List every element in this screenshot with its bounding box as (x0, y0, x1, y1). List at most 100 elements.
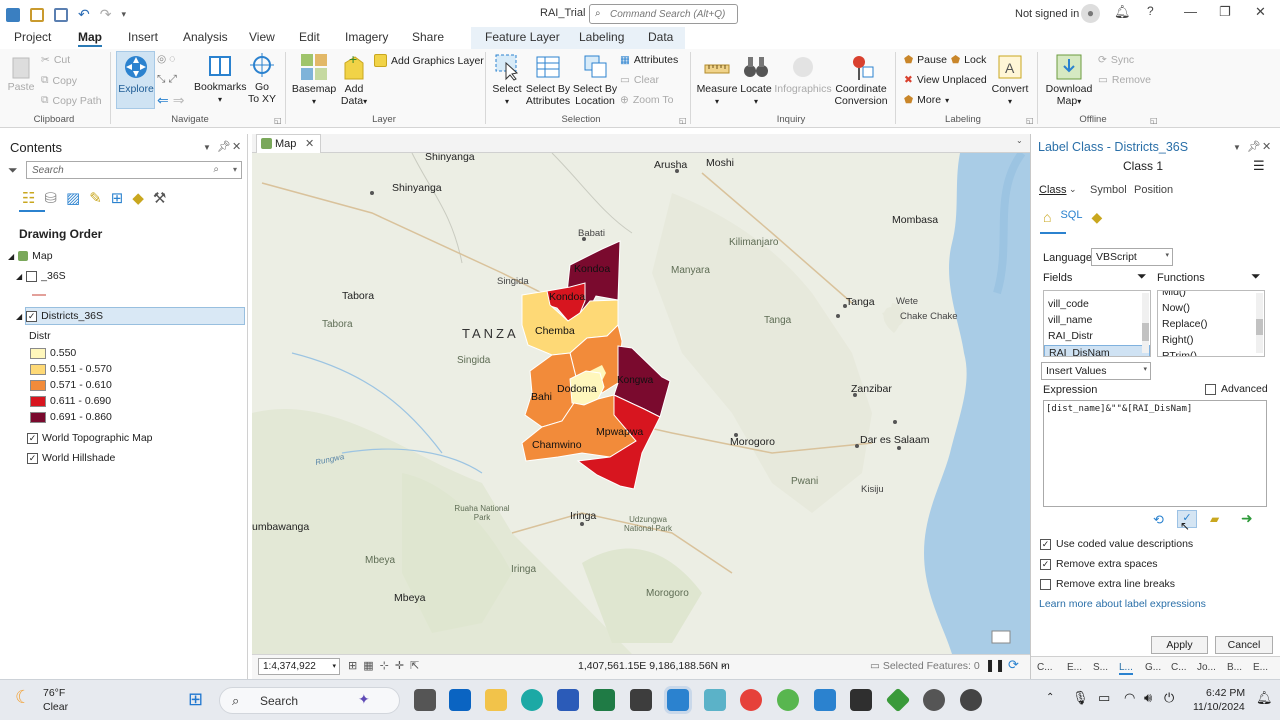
select-button[interactable]: Select ▾ (490, 53, 524, 108)
coordinate-units-dropdown-icon[interactable]: ⌄ (720, 660, 727, 669)
coded-values-option[interactable]: ✓ Use coded value descriptions (1040, 538, 1193, 550)
field-item[interactable]: vill_name (1044, 313, 1150, 329)
select-by-attributes-button[interactable]: Select By Attributes (525, 53, 571, 107)
map-view-tab[interactable]: Map ✕ (256, 134, 321, 153)
hillshade-layer[interactable]: ✓ World Hillshade (27, 452, 115, 464)
pane-tab[interactable]: G... (1145, 662, 1161, 673)
weather-moon-icon[interactable]: ☾ (15, 687, 31, 708)
command-search-input[interactable]: ⌕ Command Search (Alt+Q) (589, 4, 738, 24)
infographics-button[interactable]: Infographics (773, 53, 833, 95)
download-map-button[interactable]: Download Map▾ (1042, 53, 1096, 108)
close-pane-icon[interactable]: ✕ (1262, 140, 1271, 153)
search-app-icon[interactable] (704, 689, 726, 711)
add-data-button[interactable]: + Add Data▾ (338, 53, 370, 108)
map-canvas[interactable]: Shinyanga Shinyanga Arusha Moshi Kiliman… (252, 153, 1030, 654)
sign-in-status[interactable]: Not signed in (1015, 8, 1079, 20)
scrollbar[interactable] (1142, 293, 1149, 353)
word-icon[interactable] (557, 689, 579, 711)
pane-tab[interactable]: E... (1067, 662, 1082, 673)
expand-icon[interactable]: ◢ (16, 312, 22, 321)
pause-drawing-icon[interactable]: ❚❚ (985, 658, 1005, 672)
expand-icon[interactable]: ◢ (8, 252, 14, 261)
previous-next-extent-icon[interactable]: ⇐ ⇒ (157, 92, 184, 109)
field-item[interactable]: RAI_Distr (1044, 329, 1150, 345)
layer-36s[interactable]: ◢ _36S (16, 270, 66, 282)
taskbar-search[interactable]: ⌕ Search ✦ (219, 687, 400, 714)
pane-tab[interactable]: C... (1037, 662, 1053, 673)
attributes-button[interactable]: ▦ Attributes (620, 54, 678, 66)
microphone-icon[interactable]: 🎙︎ (1072, 690, 1089, 706)
edge-icon[interactable] (521, 689, 543, 711)
locate-button[interactable]: Locate ▾ (738, 53, 774, 108)
scrollbar[interactable] (1256, 293, 1263, 353)
basemap-layer[interactable]: ✓ World Topographic Map (27, 432, 153, 444)
cut-button[interactable]: ✂ Cut (41, 54, 70, 66)
selection-launcher-icon[interactable]: ◱ (679, 116, 687, 125)
close-tab-icon[interactable]: ✕ (305, 137, 314, 150)
sync-button[interactable]: ⟳ Sync (1098, 54, 1134, 66)
pin-icon[interactable]: 📌︎ (217, 140, 231, 153)
settings-icon[interactable] (923, 689, 945, 711)
filter-icon[interactable]: ⏷ (8, 163, 18, 178)
file-explorer-icon[interactable] (485, 689, 507, 711)
scale-tool-icon[interactable]: ⊞ (348, 659, 357, 672)
grid-icon[interactable]: ▦ (363, 659, 373, 672)
drawing-order-icon[interactable]: ☷ (22, 189, 35, 207)
pane-tab[interactable]: Jo... (1197, 662, 1216, 673)
field-item[interactable]: vill_code (1044, 297, 1150, 313)
visibility-range-icon[interactable]: ◆ (1091, 209, 1102, 226)
tab-insert[interactable]: Insert (128, 30, 158, 44)
qgis-icon[interactable] (777, 689, 799, 711)
function-item[interactable]: RTrim() (1158, 349, 1264, 356)
clock-time[interactable]: 6:42 PM (1206, 687, 1245, 699)
pane-tab[interactable]: S... (1093, 662, 1108, 673)
menu-icon[interactable]: ☰ (1253, 158, 1265, 174)
windows-start-icon[interactable]: ⊞ (188, 689, 203, 710)
tab-view[interactable]: View (249, 30, 275, 44)
notifications-icon[interactable]: 🔔︎ (1256, 690, 1273, 706)
visibility-checkbox[interactable]: ✓ (27, 432, 38, 444)
undo-expression-icon[interactable]: ⟲ (1153, 512, 1164, 528)
paste-button[interactable]: Paste (7, 55, 35, 93)
wifi-icon[interactable]: ◠ (1124, 690, 1135, 706)
pin-icon[interactable]: 📌︎ (1247, 140, 1261, 153)
snapping-icon[interactable]: ⊞ (111, 189, 124, 207)
labeling-view-icon[interactable]: ◆ (132, 189, 144, 207)
view-unplaced-button[interactable]: ✖ View Unplaced (904, 74, 987, 86)
copy-path-button[interactable]: ⧉ Copy Path (41, 94, 102, 107)
basemap-button[interactable]: Basemap ▾ (291, 53, 337, 108)
subtab-position[interactable]: Position (1134, 184, 1173, 196)
subtab-class-dropdown-icon[interactable]: ⌄ (1069, 184, 1077, 195)
recorder-icon[interactable] (960, 689, 982, 711)
remove-line-breaks-option[interactable]: Remove extra line breaks (1040, 578, 1175, 590)
label-expression-icon[interactable]: ⌂ (1043, 209, 1051, 226)
fixed-zoom-icon[interactable]: ⤡ ⤢ (157, 73, 177, 86)
tab-analysis[interactable]: Analysis (183, 30, 228, 44)
snapping-icon[interactable]: ⊹ (380, 659, 389, 672)
arcgis-pro-icon[interactable] (667, 689, 689, 711)
pane-tab[interactable]: E... (1253, 662, 1268, 673)
vscode-icon[interactable] (814, 689, 836, 711)
function-item[interactable]: Mid() (1158, 291, 1264, 301)
weather-temp[interactable]: 76°F (43, 687, 65, 699)
battery-icon[interactable]: ▭ (1098, 690, 1110, 706)
tab-project[interactable]: Project (14, 30, 51, 44)
customize-icon[interactable]: ▾ (121, 9, 126, 20)
git-icon[interactable] (885, 687, 911, 713)
function-item[interactable]: Replace() (1158, 317, 1264, 333)
field-item-selected[interactable]: RAI_DisNam (1044, 345, 1150, 356)
help-icon[interactable]: ? (1147, 4, 1154, 18)
visibility-checkbox[interactable] (26, 270, 38, 282)
contents-search-input[interactable]: Search ⌕ ▾ (26, 161, 242, 179)
tab-share[interactable]: Share (412, 30, 444, 44)
weather-condition[interactable]: Clear (43, 701, 68, 713)
language-dropdown[interactable]: VBScript ▾ (1091, 248, 1173, 266)
measure-button[interactable]: Measure ▾ (696, 53, 738, 108)
restore-icon[interactable]: ❐ (1219, 4, 1231, 20)
pane-tab-active[interactable]: L... (1119, 662, 1133, 675)
pane-menu-icon[interactable]: ▼ (203, 143, 211, 152)
notifications-icon[interactable]: 🔔︎ (1114, 4, 1131, 20)
offline-launcher-icon[interactable]: ◱ (1150, 116, 1158, 125)
power-icon[interactable]: ⏻ (1164, 690, 1174, 706)
terminal-icon[interactable] (850, 689, 872, 711)
